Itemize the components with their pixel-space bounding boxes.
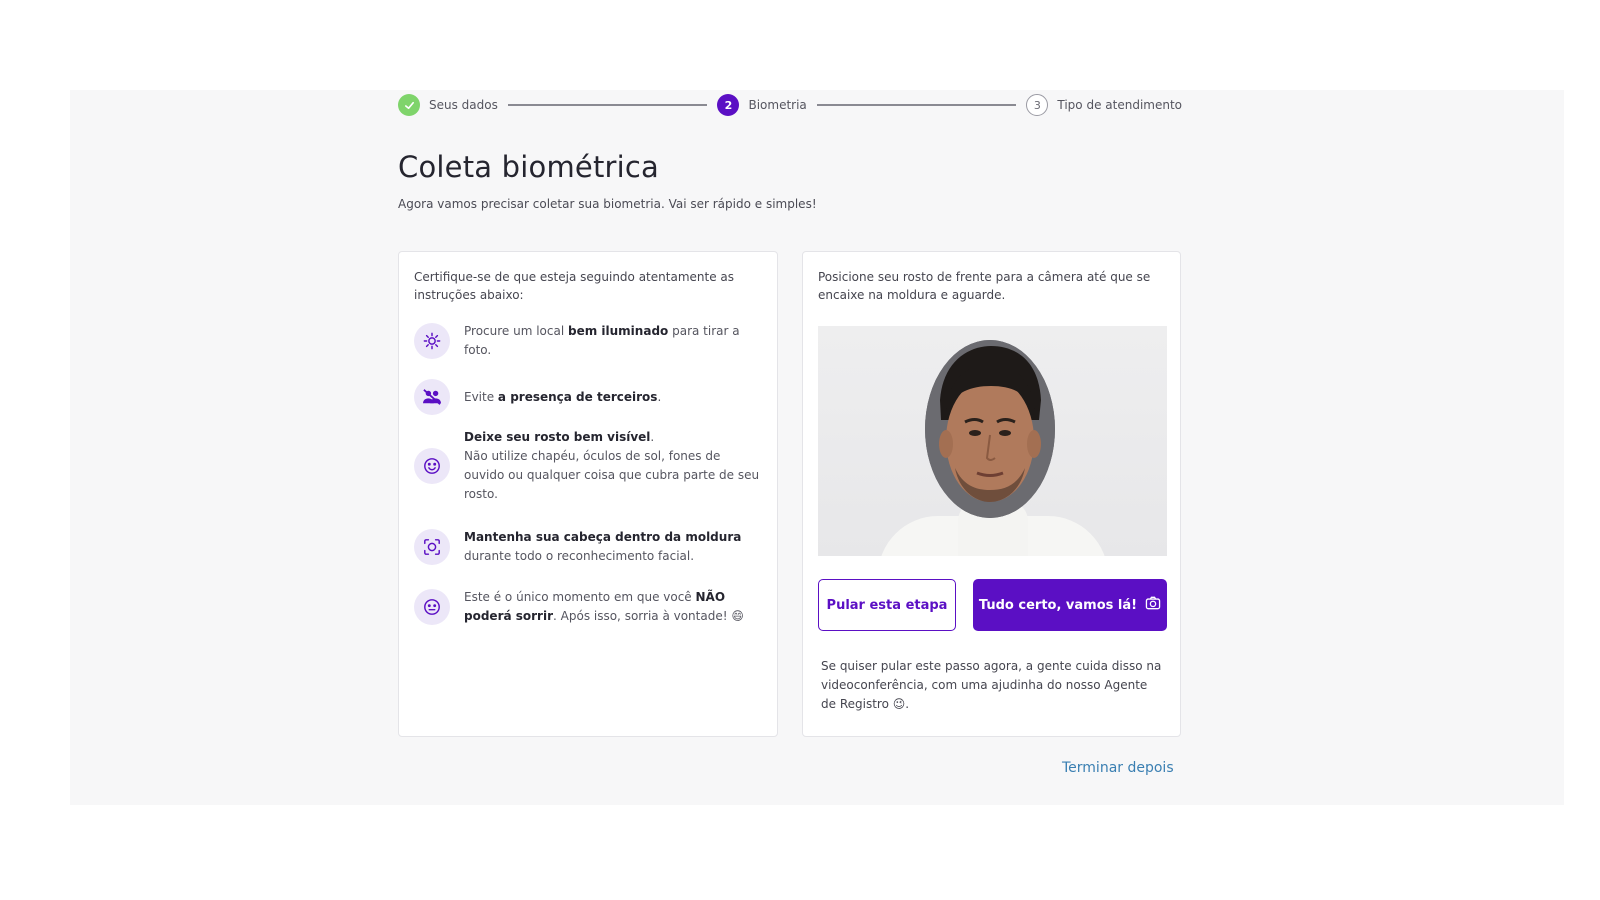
instruction-text: Este é o único momento em que você NÃO p… — [464, 590, 744, 623]
page-title: Coleta biométrica — [398, 150, 660, 184]
step-label: Seus dados — [429, 98, 498, 112]
instruction-text: Procure um local bem iluminado para tira… — [464, 324, 740, 357]
instruction-text: Mantenha sua cabeça dentro da moldura du… — [464, 530, 742, 563]
skip-note: Se quiser pular este passo agora, a gent… — [821, 659, 1162, 711]
start-capture-button[interactable]: Tudo certo, vamos lá! — [973, 579, 1167, 631]
step-connector — [816, 104, 1017, 106]
step-tipo-atendimento: 3 Tipo de atendimento — [1026, 94, 1182, 116]
instruction-no-smile: Este é o único momento em que você NÃO p… — [414, 588, 764, 626]
face-photo — [925, 340, 1055, 518]
page-subtitle: Agora vamos precisar coletar sua biometr… — [398, 197, 817, 211]
camera-card: Posicione seu rosto de frente para a câm… — [802, 251, 1181, 737]
instruction-face-visible: Deixe seu rosto bem visível. Não utilize… — [414, 428, 764, 504]
step-seus-dados: Seus dados — [398, 94, 498, 116]
camera-intro: Posicione seu rosto de frente para a câm… — [818, 270, 1151, 302]
instruction-text: Deixe seu rosto bem visível. Não utilize… — [464, 430, 760, 501]
instructions-card: Certifique-se de que esteja seguindo ate… — [398, 251, 778, 737]
start-capture-label: Tudo certo, vamos lá! — [978, 597, 1138, 613]
step-label: Biometria — [748, 98, 807, 112]
people-crossed-icon — [414, 379, 450, 415]
step-number: 2 — [717, 94, 740, 116]
face-oval-frame — [925, 340, 1055, 518]
sun-icon — [414, 323, 450, 359]
smiley-icon — [414, 448, 450, 484]
progress-stepper: Seus dados 2 Biometria 3 Tipo de atendim… — [398, 92, 1182, 118]
neutral-face-icon — [414, 589, 450, 625]
face-scan-icon — [414, 529, 450, 565]
skip-step-label: Pular esta etapa — [826, 597, 948, 613]
instruction-no-others: Evite a presença de terceiros. — [414, 379, 764, 415]
camera-preview — [818, 326, 1167, 556]
skip-step-button[interactable]: Pular esta etapa — [818, 579, 956, 631]
step-connector — [507, 104, 708, 106]
finish-later-link[interactable]: Terminar depois — [1062, 760, 1174, 776]
instruction-lighting: Procure um local bem iluminado para tira… — [414, 322, 764, 360]
instructions-intro: Certifique-se de que esteja seguindo ate… — [414, 270, 734, 302]
step-label: Tipo de atendimento — [1057, 98, 1182, 112]
instruction-text: Evite a presença de terceiros. — [464, 389, 662, 404]
instruction-head-in-frame: Mantenha sua cabeça dentro da moldura du… — [414, 528, 764, 566]
step-number: 3 — [1026, 94, 1049, 116]
step-biometria: 2 Biometria — [717, 94, 807, 116]
check-icon — [398, 94, 420, 116]
camera-icon — [1145, 596, 1161, 614]
